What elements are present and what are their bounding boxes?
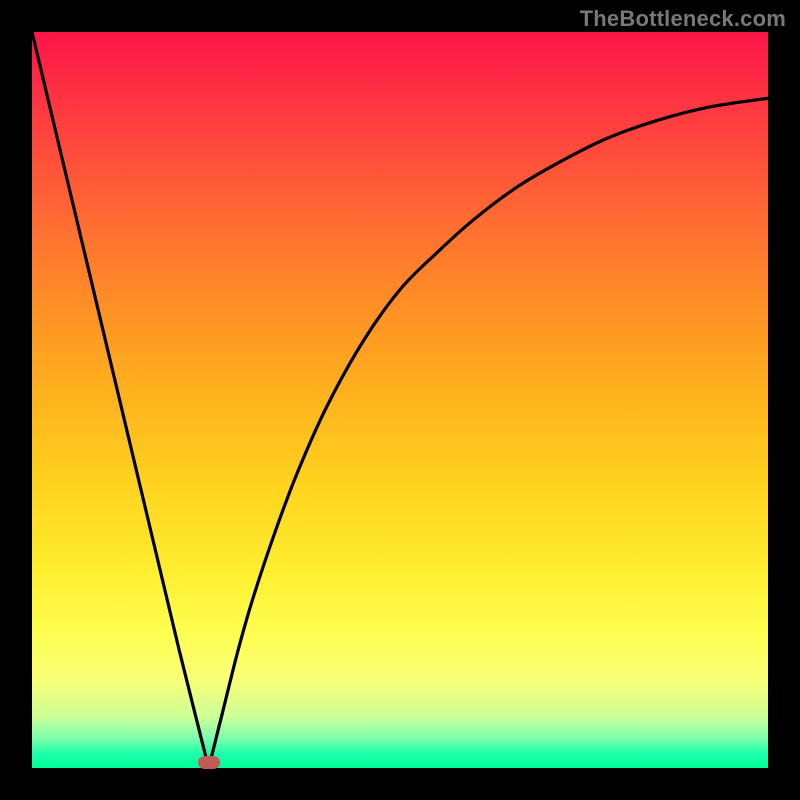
chart-stage: TheBottleneck.com	[0, 0, 800, 800]
curve-path	[32, 32, 768, 768]
plot-area	[32, 32, 768, 768]
min-marker	[198, 756, 220, 769]
curve-layer	[32, 32, 768, 768]
watermark-label: TheBottleneck.com	[580, 6, 786, 32]
